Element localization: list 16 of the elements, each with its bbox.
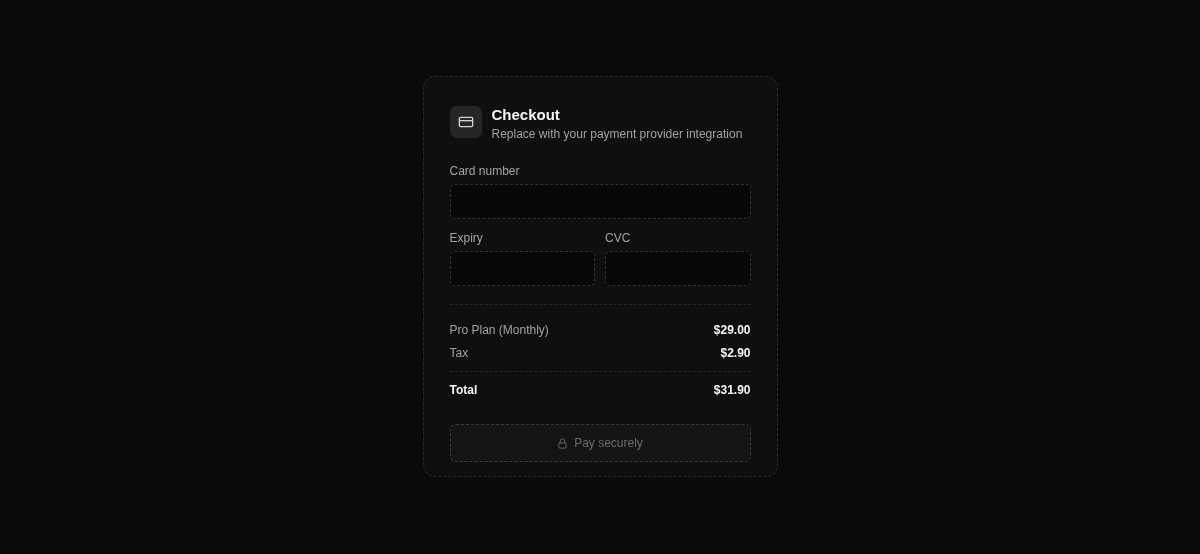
line-item-label: Pro Plan (Monthly)	[449, 323, 549, 337]
total-label: Total	[449, 383, 478, 397]
line-item-amount: $29.00	[713, 323, 751, 337]
credit-card-icon	[449, 106, 482, 138]
lock-icon	[557, 437, 569, 449]
line-item-label: Tax	[449, 346, 469, 360]
line-item-amount: $2.90	[720, 346, 751, 360]
input-field[interactable]	[449, 184, 751, 219]
total-amount: $31.90	[713, 383, 751, 397]
field-label: CVC	[605, 231, 632, 245]
input-field[interactable]	[449, 251, 595, 286]
checkout-subtitle: Replace with your payment provider integration	[491, 126, 743, 142]
field-label: Expiry	[449, 231, 484, 245]
field-label: Card number	[449, 164, 521, 178]
input-field[interactable]	[605, 251, 751, 286]
checkout-title: Checkout	[491, 106, 561, 124]
